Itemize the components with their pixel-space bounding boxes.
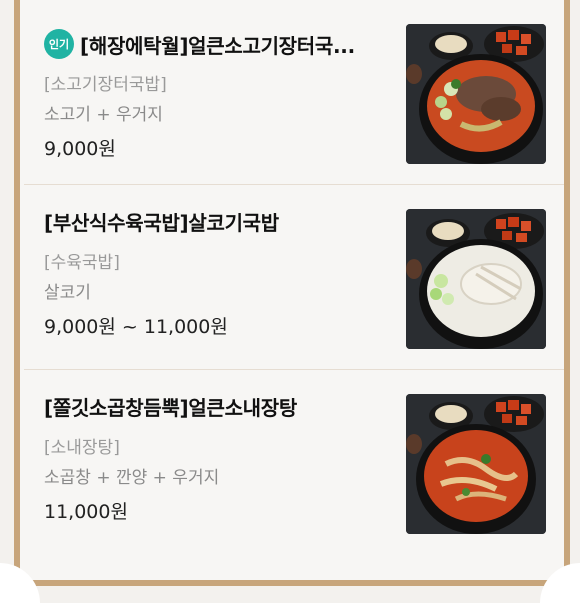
item-price: 11,000원 — [44, 501, 128, 523]
item-title: [해장에탁월]얼큰소고기장터국... — [80, 33, 355, 58]
item-description: 소고기 + 우거지 — [44, 105, 163, 125]
item-price: 9,000원 — [44, 138, 116, 160]
item-category: [소고기장터국밥] — [44, 75, 167, 95]
item-title-row: [부산식수육국밥]살코기국밥 — [44, 207, 388, 236]
menu-item-card[interactable]: 인기 [해장에탁월]얼큰소고기장터국... [소고기장터국밥] 소고기 + 우거… — [24, 0, 564, 185]
menu-item-card[interactable]: [부산식수육국밥]살코기국밥 [수육국밥] 살코기 9,000원 ~ 11,00… — [24, 185, 564, 370]
item-title: [쫄깃소곱창듬뿍]얼큰소내장탕 — [44, 396, 297, 420]
item-title-row: 인기 [해장에탁월]얼큰소고기장터국... — [44, 29, 388, 59]
red-beef-soup-photo-icon[interactable] — [406, 24, 546, 164]
white-pork-soup-photo-icon[interactable] — [406, 209, 546, 349]
menu-item-card[interactable]: [쫄깃소곱창듬뿍]얼큰소내장탕 [소내장탕] 소곱창 + 깐양 + 우거지 11… — [24, 370, 564, 555]
item-title: [부산식수육국밥]살코기국밥 — [44, 211, 279, 235]
red-tripe-soup-photo-icon[interactable] — [406, 394, 546, 534]
item-title-row: [쫄깃소곱창듬뿍]얼큰소내장탕 — [44, 392, 388, 421]
popular-badge: 인기 — [44, 29, 74, 59]
item-description: 소곱창 + 깐양 + 우거지 — [44, 468, 220, 488]
item-category: [소내장탕] — [44, 438, 120, 458]
menu-list: 인기 [해장에탁월]얼큰소고기장터국... [소고기장터국밥] 소고기 + 우거… — [24, 0, 564, 560]
item-description: 살코기 — [44, 283, 91, 303]
item-price: 9,000원 ~ 11,000원 — [44, 316, 228, 338]
item-category: [수육국밥] — [44, 253, 120, 273]
